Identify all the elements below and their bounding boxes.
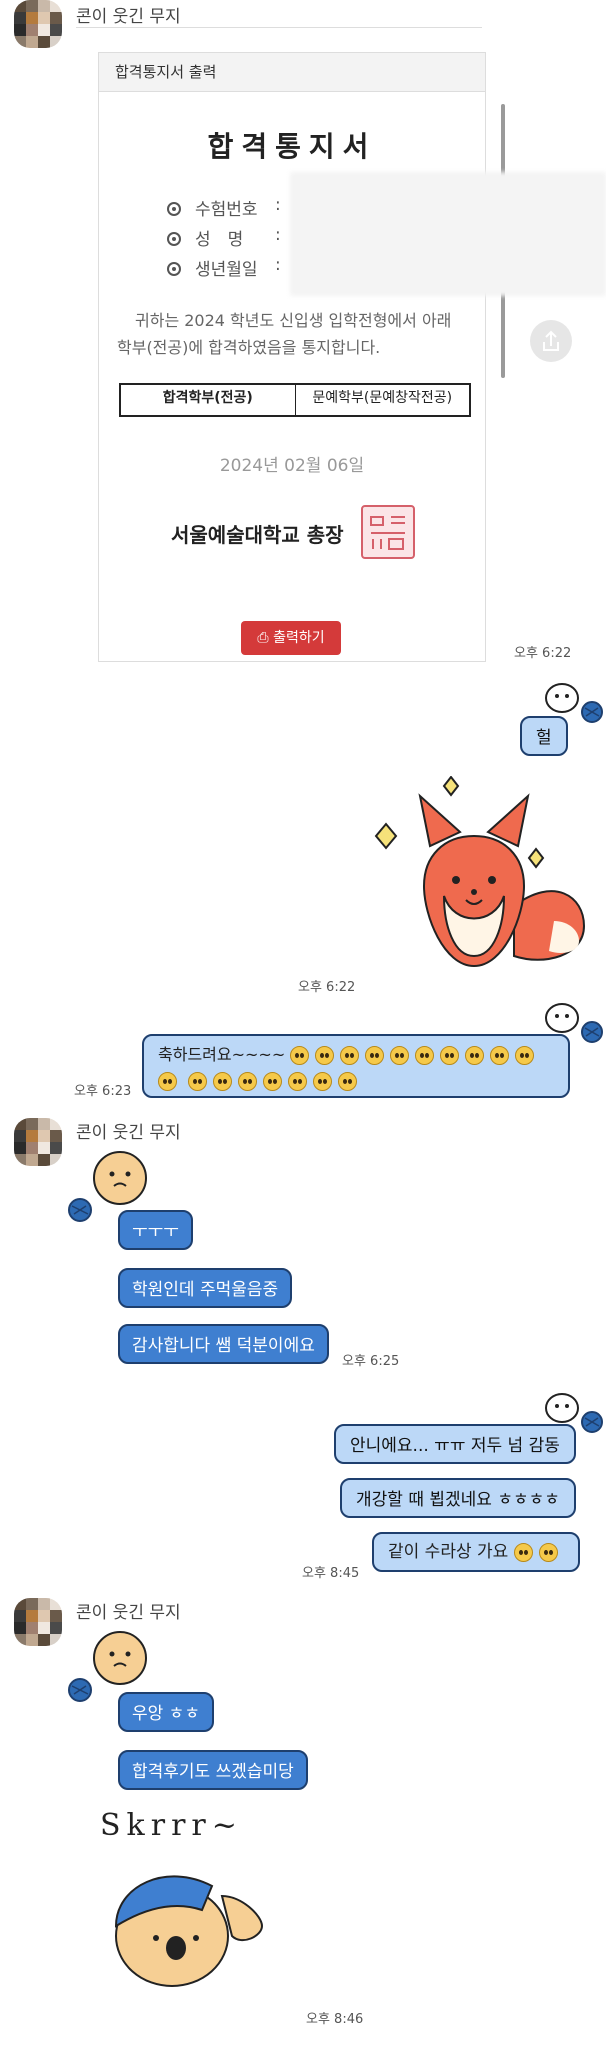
certificate-notice: 귀하는 2024 학년도 신입생 입학전형에서 아래 학부(전공)에 합격하였음… xyxy=(117,311,452,357)
avatar[interactable] xyxy=(14,1598,62,1646)
pleading-face-icon xyxy=(365,1046,385,1065)
pleading-face-icon xyxy=(490,1046,510,1065)
pleading-face-icon xyxy=(158,1072,177,1091)
message-time: 오후 8:46 xyxy=(306,2012,364,2027)
chat-bubble-incoming[interactable]: 학원인데 주먹울음중 xyxy=(118,1268,293,1308)
field-birthdate: 생년월일: xyxy=(167,255,281,280)
sender-name: 콘이 웃긴 무지 xyxy=(76,7,181,27)
pleading-face-icon xyxy=(290,1046,310,1065)
avatar[interactable] xyxy=(14,1118,62,1166)
pleading-face-icon xyxy=(515,1046,535,1065)
divider xyxy=(76,27,482,28)
target-icon xyxy=(167,202,181,216)
message-time: 오후 6:25 xyxy=(342,1354,400,1369)
message-time: 오후 8:45 xyxy=(302,1566,360,1581)
pleading-face-icon xyxy=(188,1072,208,1091)
chat-bubble-outgoing[interactable]: 헐 xyxy=(520,716,568,756)
chat-bubble-outgoing[interactable]: 축하드려요~~~~ xyxy=(142,1034,570,1098)
chat-bubble-outgoing[interactable]: 개강할 때 뵙겠네요 ㅎㅎㅎㅎ xyxy=(340,1478,576,1518)
target-icon xyxy=(167,232,181,246)
field-name: 성 명: xyxy=(167,225,281,250)
pleading-face-icon xyxy=(263,1072,283,1091)
pleading-face-icon xyxy=(390,1046,410,1065)
pleading-face-icon xyxy=(340,1046,360,1065)
department-label: 합격학부(전공) xyxy=(121,385,296,415)
message-time: 오후 6:22 xyxy=(514,646,572,661)
pleading-face-icon xyxy=(213,1072,233,1091)
message-time: 오후 6:22 xyxy=(298,980,356,995)
official-seal xyxy=(361,505,415,559)
pleading-face-icon xyxy=(538,1542,558,1562)
target-icon xyxy=(167,262,181,276)
pleading-face-icon xyxy=(440,1046,460,1065)
pleading-face-icon xyxy=(338,1072,358,1091)
pleading-face-icon xyxy=(465,1046,485,1065)
certificate-image[interactable]: 합격통지서 출력 합격통지서 수험번호: 성 명: 생년월일: 귀하는 2024… xyxy=(98,52,486,662)
chat-bubble-incoming[interactable]: 감사합니다 쌤 덕분이에요 xyxy=(118,1324,329,1364)
avatar[interactable] xyxy=(14,0,62,48)
chat-bubble-outgoing[interactable]: 같이 수라상 가요 xyxy=(372,1532,580,1572)
certificate-president: 서울예술대학교 총장 xyxy=(171,523,344,547)
pleading-face-icon xyxy=(313,1072,333,1091)
share-button[interactable] xyxy=(530,320,572,362)
sender-name: 콘이 웃긴 무지 xyxy=(76,1603,181,1623)
pleading-face-icon xyxy=(513,1542,533,1562)
congrats-text: 축하드려요~~~~ xyxy=(158,1045,286,1064)
blue-hat-bear-sticker xyxy=(102,1856,272,2010)
certificate-header: 합격통지서 출력 xyxy=(99,53,485,92)
pleading-face-icon xyxy=(238,1072,258,1091)
field-exam-number: 수험번호: xyxy=(167,195,281,220)
department-value: 문예학부(문예창작전공) xyxy=(312,390,453,406)
print-button[interactable]: ⎙ 출력하기 xyxy=(241,621,341,655)
pleading-face-icon xyxy=(288,1072,308,1091)
blurred-info xyxy=(290,172,606,296)
message-time: 오후 6:23 xyxy=(74,1084,132,1099)
printer-icon: ⎙ xyxy=(257,630,269,646)
sender-name: 콘이 웃긴 무지 xyxy=(76,1123,181,1143)
fox-sticker xyxy=(364,775,590,980)
pleading-face-icon xyxy=(315,1046,335,1065)
chat-bubble-incoming[interactable]: 합격후기도 쓰겠습미당 xyxy=(118,1750,308,1790)
pleading-face-icon xyxy=(415,1046,435,1065)
certificate-title: 합격통지서 xyxy=(207,130,377,163)
together-text: 같이 수라상 가요 xyxy=(388,1542,509,1562)
department-table: 합격학부(전공) 문예학부(문예창작전공) xyxy=(119,383,471,417)
chat-bubble-incoming[interactable]: 우앙 ㅎㅎ xyxy=(118,1692,214,1732)
chat-bubble-outgoing[interactable]: 안니에요... ㅠㅠ 저두 넘 감동 xyxy=(334,1424,576,1464)
sticker-caption: Skrrr~ xyxy=(100,1808,243,1843)
chat-bubble-incoming[interactable]: ㅜㅜㅜ xyxy=(118,1210,193,1250)
share-icon xyxy=(543,330,559,351)
certificate-date: 2024년 02월 06일 xyxy=(219,456,365,476)
